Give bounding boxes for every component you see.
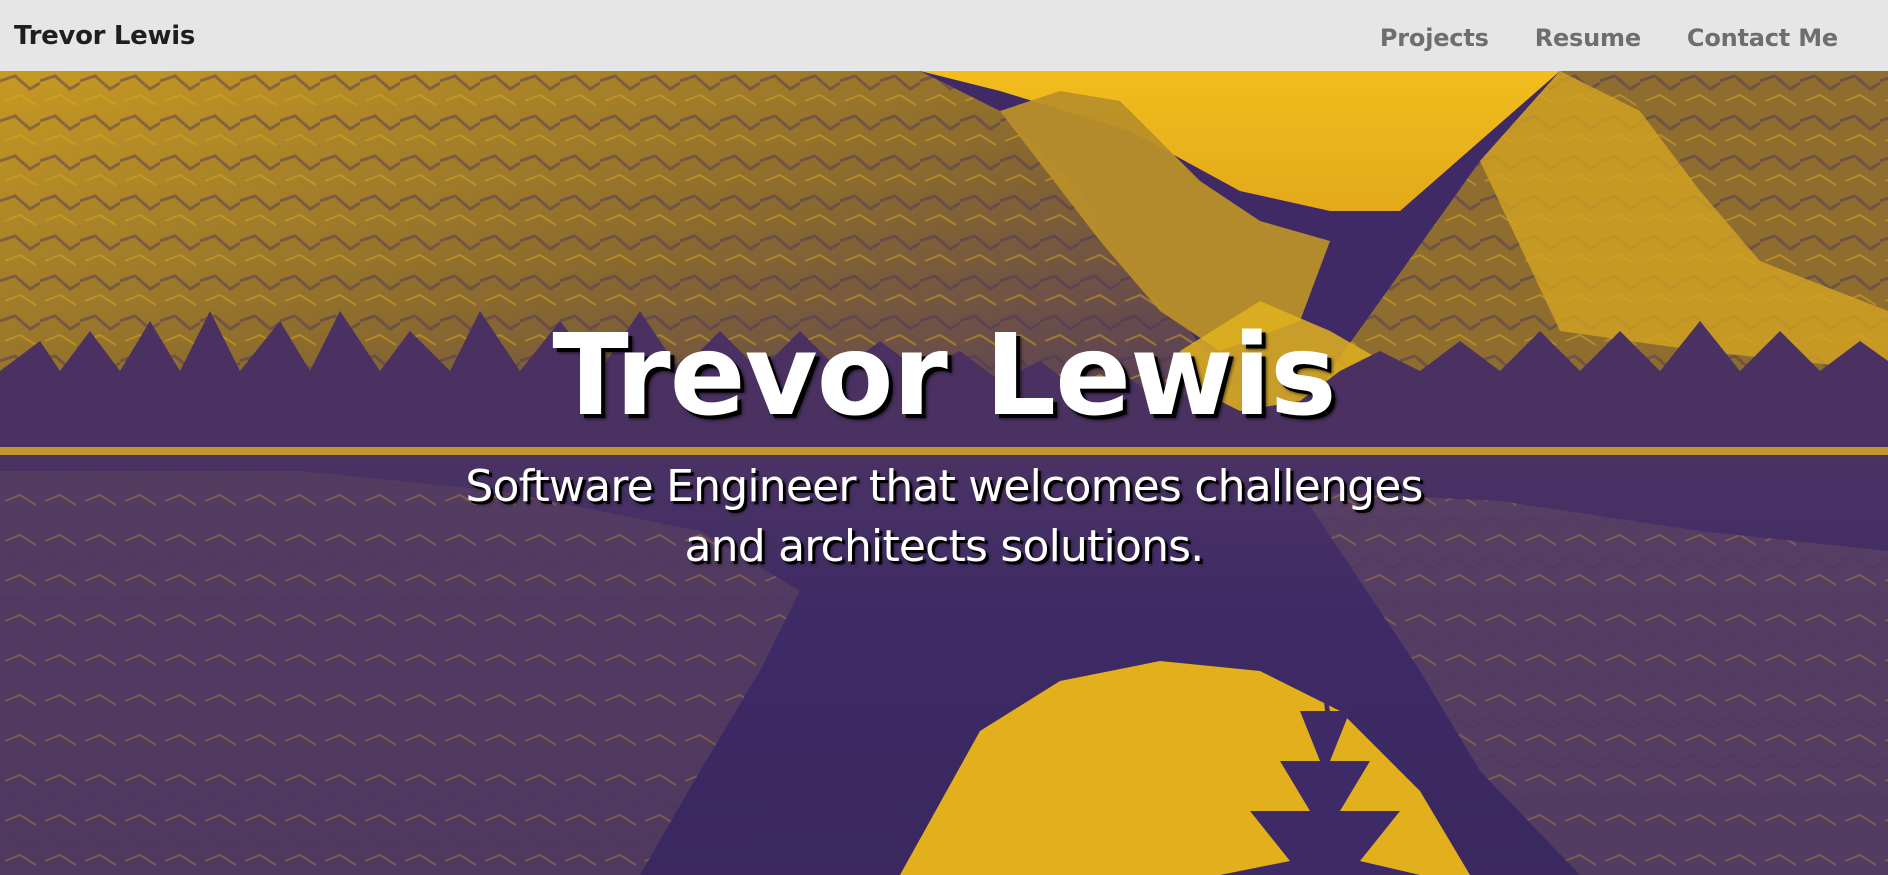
nav-links: Projects Resume Contact Me [1334,20,1838,52]
hero-section: Trevor Lewis Software Engineer that welc… [0,71,1888,875]
hero-subtitle: Software Engineer that welcomes challeng… [0,457,1888,577]
nav-link-resume[interactable]: Resume [1535,20,1641,52]
nav-link-contact[interactable]: Contact Me [1687,20,1838,52]
top-navbar: Trevor Lewis Projects Resume Contact Me [0,0,1888,71]
hero-subtitle-line-2: and architects solutions. [684,521,1205,572]
nav-link-projects[interactable]: Projects [1380,20,1489,52]
hero-text-container: Trevor Lewis Software Engineer that welc… [0,71,1888,875]
brand-logo-link[interactable]: Trevor Lewis [14,21,195,51]
hero-subtitle-line-1: Software Engineer that welcomes challeng… [465,461,1423,512]
hero-title: Trevor Lewis [552,311,1336,441]
